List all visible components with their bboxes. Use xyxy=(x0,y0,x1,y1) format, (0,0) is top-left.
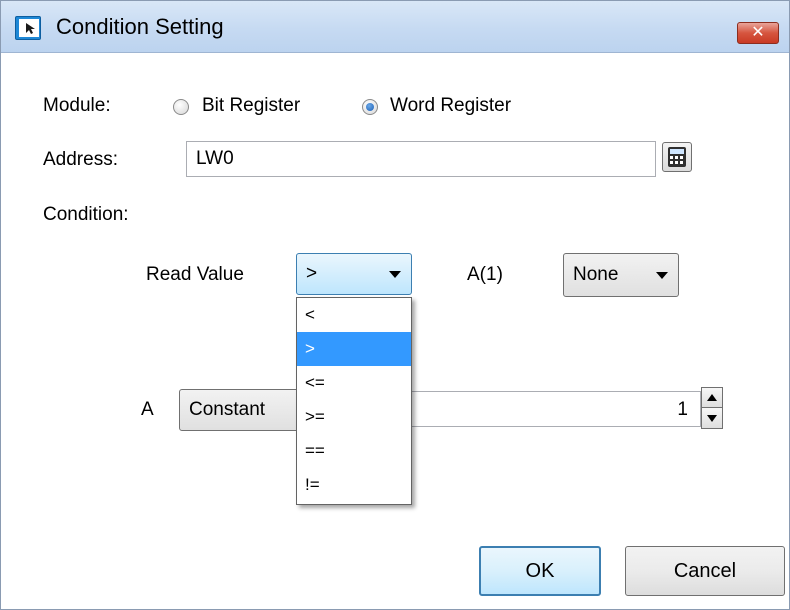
a-value: 1 xyxy=(677,399,688,420)
condition-setting-dialog: Condition Setting ✕ Module: Bit Register… xyxy=(0,0,790,610)
spin-down-button[interactable] xyxy=(702,408,722,428)
address-input[interactable]: LW0 xyxy=(186,141,656,177)
condition-label: Condition: xyxy=(43,204,129,225)
close-icon: ✕ xyxy=(751,24,765,41)
cancel-button[interactable]: Cancel xyxy=(625,546,785,596)
operator-option-ne[interactable]: != xyxy=(297,468,411,502)
spin-up-button[interactable] xyxy=(702,388,722,408)
bit-register-radio[interactable] xyxy=(173,99,189,115)
a-type-select-value: Constant xyxy=(189,399,266,420)
chevron-down-icon xyxy=(707,415,717,422)
a-value-input[interactable]: 1 xyxy=(411,391,701,427)
calculator-icon xyxy=(668,147,686,167)
a1-select-value: None xyxy=(573,264,619,285)
word-register-radio[interactable] xyxy=(362,99,378,115)
chevron-down-icon xyxy=(656,272,668,279)
read-value-label: Read Value xyxy=(146,264,244,285)
operator-option-eq[interactable]: == xyxy=(297,434,411,468)
address-label: Address: xyxy=(43,149,118,170)
a1-label: A(1) xyxy=(467,264,503,285)
address-picker-button[interactable] xyxy=(662,142,692,172)
word-register-label[interactable]: Word Register xyxy=(390,95,511,117)
address-value: LW0 xyxy=(196,148,234,169)
app-icon xyxy=(15,16,41,40)
ok-button[interactable]: OK xyxy=(479,546,601,596)
title-bar[interactable]: Condition Setting ✕ xyxy=(1,1,789,53)
chevron-up-icon xyxy=(707,394,717,401)
operator-option-ge[interactable]: >= xyxy=(297,400,411,434)
operator-option-le[interactable]: <= xyxy=(297,366,411,400)
chevron-down-icon xyxy=(389,271,401,278)
a-type-select[interactable]: Constant xyxy=(179,389,299,431)
bit-register-label[interactable]: Bit Register xyxy=(202,95,300,117)
a1-select[interactable]: None xyxy=(563,253,679,297)
a-label: A xyxy=(141,399,154,420)
operator-select-value: > xyxy=(306,263,318,284)
operator-dropdown-list: < > <= >= == != xyxy=(296,297,412,505)
window-title: Condition Setting xyxy=(56,14,224,39)
a-value-spinner[interactable] xyxy=(701,387,723,429)
operator-option-gt[interactable]: > xyxy=(297,332,411,366)
operator-option-lt[interactable]: < xyxy=(297,298,411,332)
operator-select[interactable]: > xyxy=(296,253,412,295)
module-label: Module: xyxy=(43,95,111,116)
close-button[interactable]: ✕ xyxy=(737,22,779,44)
